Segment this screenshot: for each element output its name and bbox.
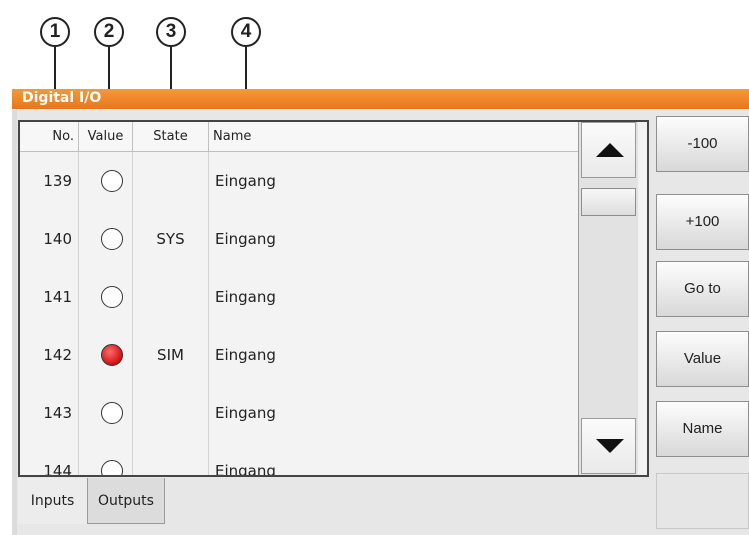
row-state: SIM xyxy=(133,326,209,384)
header-name: Name xyxy=(213,129,252,144)
led-off-icon xyxy=(101,402,123,424)
row-state xyxy=(133,152,209,210)
tab-inputs[interactable]: Inputs xyxy=(18,478,87,524)
value-button[interactable]: Value xyxy=(656,331,749,387)
callout-2: 2 xyxy=(94,17,124,47)
table-row[interactable]: 140 SYS Eingang xyxy=(20,210,578,269)
table-header: No. Value State Name xyxy=(20,122,578,152)
row-value xyxy=(79,210,133,268)
row-value xyxy=(79,326,133,384)
row-number: 141 xyxy=(20,268,79,326)
table-row[interactable]: 142 SIM Eingang xyxy=(20,326,578,385)
row-name: Eingang xyxy=(215,346,276,364)
row-name: Eingang xyxy=(215,462,276,477)
row-value xyxy=(79,152,133,210)
go-to-button[interactable]: Go to xyxy=(656,261,749,317)
row-name: Eingang xyxy=(215,230,276,248)
callout-1: 1 xyxy=(40,17,70,47)
callout-4: 4 xyxy=(231,17,261,47)
plus-100-button[interactable]: +100 xyxy=(656,194,749,250)
row-number: 143 xyxy=(20,384,79,442)
vertical-scrollbar[interactable] xyxy=(578,122,638,475)
scroll-down-button[interactable] xyxy=(581,418,636,474)
triangle-up-icon xyxy=(596,143,624,157)
window-titlebar: Digital I/O xyxy=(12,89,749,109)
row-value xyxy=(79,384,133,442)
header-state: State xyxy=(133,122,209,151)
tab-outputs[interactable]: Outputs xyxy=(87,478,165,524)
row-number: 139 xyxy=(20,152,79,210)
table-row[interactable]: 139 Eingang xyxy=(20,152,578,211)
callout-3: 3 xyxy=(156,17,186,47)
row-name: Eingang xyxy=(215,172,276,190)
header-no: No. xyxy=(20,122,79,151)
triangle-down-icon xyxy=(596,439,624,453)
row-state xyxy=(133,442,209,475)
header-value: Value xyxy=(79,122,133,151)
minus-100-button[interactable]: -100 xyxy=(656,116,749,172)
table-row[interactable]: 141 Eingang xyxy=(20,268,578,327)
scroll-thumb[interactable] xyxy=(581,188,636,216)
row-number: 144 xyxy=(20,442,79,475)
table-row[interactable]: 144 Eingang xyxy=(20,442,578,477)
row-number: 140 xyxy=(20,210,79,268)
scroll-up-button[interactable] xyxy=(581,122,636,178)
table-row[interactable]: 143 Eingang xyxy=(20,384,578,443)
led-off-icon xyxy=(101,460,123,475)
row-state xyxy=(133,268,209,326)
row-number: 142 xyxy=(20,326,79,384)
name-button[interactable]: Name xyxy=(656,401,749,457)
left-edge xyxy=(12,109,17,535)
led-on-icon xyxy=(101,344,123,366)
led-off-icon xyxy=(101,170,123,192)
window-title: Digital I/O xyxy=(22,90,102,106)
row-name: Eingang xyxy=(215,288,276,306)
io-table: No. Value State Name 139 Eingang 140 SYS Ein… xyxy=(18,120,649,477)
led-off-icon xyxy=(101,286,123,308)
row-value xyxy=(79,442,133,475)
row-state: SYS xyxy=(133,210,209,268)
led-off-icon xyxy=(101,228,123,250)
empty-button[interactable] xyxy=(656,473,749,529)
row-state xyxy=(133,384,209,442)
digital-io-panel: No. Value State Name 139 Eingang 140 SYS Ein… xyxy=(12,109,749,535)
row-name: Eingang xyxy=(215,404,276,422)
row-value xyxy=(79,268,133,326)
